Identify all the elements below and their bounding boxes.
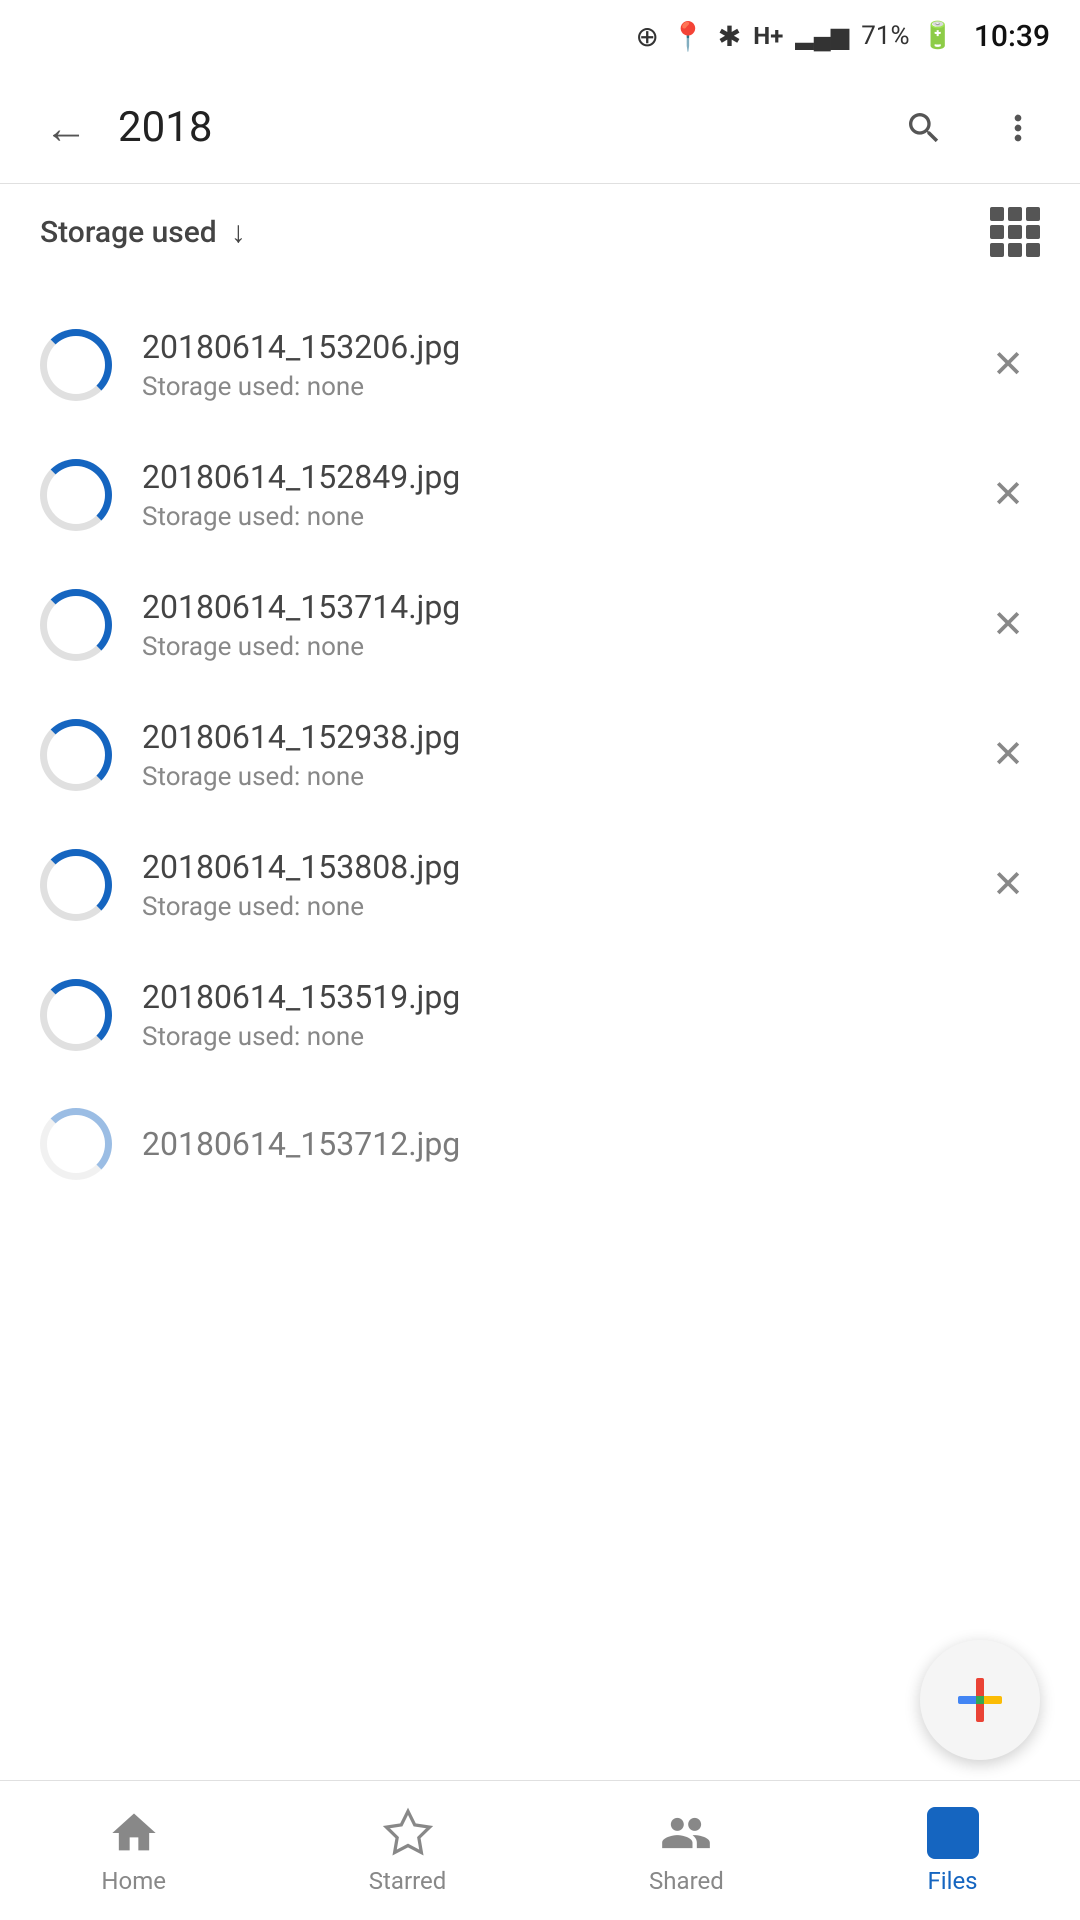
signal-icon: ▂▄▆ [795, 22, 849, 51]
file-name: 20180614_153519.jpg [142, 978, 976, 1016]
circle-plus-icon: ⊕ [635, 20, 658, 53]
search-icon [904, 108, 944, 148]
fab-add-button[interactable] [920, 1640, 1040, 1760]
spinner-arc [40, 719, 112, 791]
nav-item-starred[interactable]: Starred [339, 1797, 476, 1905]
battery-icon: 🔋 [922, 21, 954, 51]
network-icon: H+ [753, 22, 783, 50]
remove-button-3[interactable]: ✕ [976, 723, 1040, 787]
file-name: 20180614_153808.jpg [142, 848, 976, 886]
file-meta: Storage used: none [142, 892, 976, 922]
remove-button-4[interactable]: ✕ [976, 853, 1040, 917]
nav-item-home[interactable]: Home [71, 1797, 196, 1905]
nav-label-starred: Starred [369, 1867, 446, 1895]
file-meta: Storage used: none [142, 1022, 976, 1052]
spinner-arc [40, 1108, 112, 1180]
grid-icon [990, 207, 1040, 257]
files-folder-icon [927, 1807, 979, 1859]
file-info-0: 20180614_153206.jpg Storage used: none [142, 328, 976, 402]
star-icon [382, 1807, 434, 1859]
sort-label-text: Storage used [40, 215, 217, 250]
back-arrow-icon: ← [44, 102, 88, 154]
spinner-arc [40, 329, 112, 401]
file-name: 20180614_152938.jpg [142, 718, 976, 756]
list-item[interactable]: 20180614_153519.jpg Storage used: none ✕ [0, 950, 1080, 1080]
close-icon: ✕ [992, 866, 1024, 904]
bluetooth-icon: ✱ [718, 20, 741, 53]
remove-button-2[interactable]: ✕ [976, 593, 1040, 657]
list-item[interactable]: 20180614_152938.jpg Storage used: none ✕ [0, 690, 1080, 820]
location-icon: 📍 [671, 20, 706, 53]
spinner-arc [40, 979, 112, 1051]
nav-label-shared: Shared [649, 1867, 724, 1895]
spinner-arc [40, 849, 112, 921]
loading-spinner-2 [40, 589, 112, 661]
home-icon [108, 1807, 160, 1859]
app-bar-actions [892, 96, 1050, 160]
file-meta: Storage used: none [142, 762, 976, 792]
file-meta: Storage used: none [142, 632, 976, 662]
battery-percentage: 71% [861, 21, 909, 51]
shared-icon [660, 1807, 712, 1859]
file-name: 20180614_152849.jpg [142, 458, 976, 496]
bottom-nav: Home Starred Shared Files [0, 1780, 1080, 1920]
file-info-4: 20180614_153808.jpg Storage used: none [142, 848, 976, 922]
file-list: 20180614_153206.jpg Storage used: none ✕… [0, 280, 1080, 1228]
file-info-5: 20180614_153519.jpg Storage used: none [142, 978, 976, 1052]
file-info-1: 20180614_152849.jpg Storage used: none [142, 458, 976, 532]
list-item[interactable]: 20180614_152849.jpg Storage used: none ✕ [0, 430, 1080, 560]
close-icon: ✕ [992, 476, 1024, 514]
file-info-3: 20180614_152938.jpg Storage used: none [142, 718, 976, 792]
status-time: 10:39 [974, 19, 1050, 54]
loading-spinner-1 [40, 459, 112, 531]
file-meta: Storage used: none [142, 372, 976, 402]
loading-spinner-3 [40, 719, 112, 791]
file-meta: Storage used: none [142, 502, 976, 532]
app-bar: ← 2018 [0, 72, 1080, 184]
grid-view-button[interactable] [990, 207, 1040, 257]
file-info-6: 20180614_153712.jpg [142, 1125, 1040, 1163]
loading-spinner-4 [40, 849, 112, 921]
more-options-button[interactable] [986, 96, 1050, 160]
loading-spinner-5 [40, 979, 112, 1051]
loading-spinner-0 [40, 329, 112, 401]
file-name: 20180614_153714.jpg [142, 588, 976, 626]
close-icon: ✕ [992, 606, 1024, 644]
nav-item-shared[interactable]: Shared [619, 1797, 754, 1905]
loading-spinner-6 [40, 1108, 112, 1180]
nav-label-home: Home [101, 1867, 166, 1895]
search-button[interactable] [892, 96, 956, 160]
status-icons: ⊕ 📍 ✱ H+ ▂▄▆ 71% 🔋 10:39 [635, 19, 1050, 54]
sort-button[interactable]: Storage used ↓ [40, 215, 246, 250]
list-item-partial[interactable]: 20180614_153712.jpg [0, 1080, 1080, 1208]
page-title: 2018 [118, 103, 892, 152]
file-info-2: 20180614_153714.jpg Storage used: none [142, 588, 976, 662]
list-item[interactable]: 20180614_153808.jpg Storage used: none ✕ [0, 820, 1080, 950]
more-options-icon [998, 108, 1038, 148]
remove-button-1[interactable]: ✕ [976, 463, 1040, 527]
status-bar: ⊕ 📍 ✱ H+ ▂▄▆ 71% 🔋 10:39 [0, 0, 1080, 72]
sort-arrow-icon: ↓ [231, 215, 246, 250]
sort-bar: Storage used ↓ [0, 184, 1080, 280]
list-item[interactable]: 20180614_153714.jpg Storage used: none ✕ [0, 560, 1080, 690]
remove-button-0[interactable]: ✕ [976, 333, 1040, 397]
list-item[interactable]: 20180614_153206.jpg Storage used: none ✕ [0, 300, 1080, 430]
spinner-arc [40, 459, 112, 531]
close-icon: ✕ [992, 346, 1024, 384]
spinner-arc [40, 589, 112, 661]
back-button[interactable]: ← [30, 92, 102, 164]
fab-plus-icon [952, 1672, 1008, 1728]
file-name: 20180614_153206.jpg [142, 328, 976, 366]
nav-item-files[interactable]: Files [897, 1797, 1009, 1905]
nav-label-files: Files [928, 1867, 978, 1895]
file-name: 20180614_153712.jpg [142, 1125, 1040, 1163]
close-icon: ✕ [992, 736, 1024, 774]
